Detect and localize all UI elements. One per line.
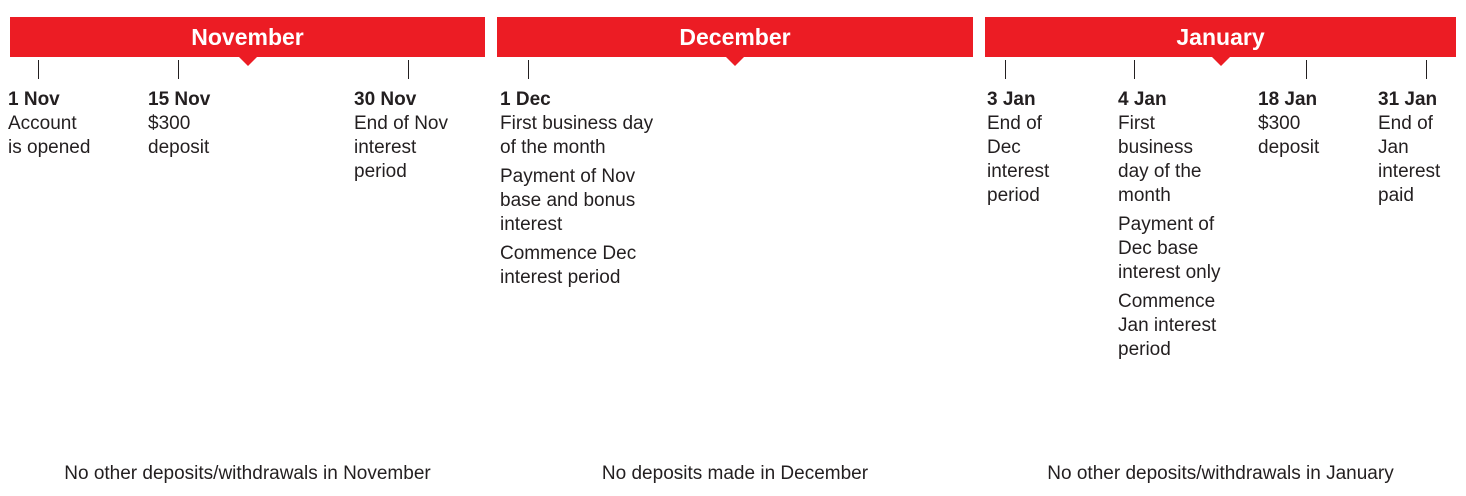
note-december: No deposits made in December	[601, 463, 869, 484]
event-description: Payment of Nov base and bonus interest	[500, 166, 636, 235]
month-label-december: December	[679, 23, 791, 50]
event-description: Payment of Dec base interest only	[1118, 214, 1221, 283]
event-description: End of Dec interest period	[987, 113, 1050, 206]
month-notch-december	[726, 57, 744, 66]
event-description: Commence Jan interest period	[1118, 291, 1217, 360]
event-30-nov: 30 Nov End of Nov interest period	[354, 88, 448, 184]
event-date: 31 Jan	[1378, 89, 1438, 110]
event-description: $300 deposit	[1258, 113, 1320, 158]
event-1-nov: 1 Nov Account is opened	[8, 88, 90, 160]
event-31-jan: 31 Jan End of Jan interest paid	[1378, 88, 1440, 208]
month-bar-january: January	[985, 17, 1456, 66]
event-15-nov: 15 Nov $300 deposit	[148, 88, 210, 160]
event-18-jan: 18 Jan $300 deposit	[1258, 88, 1319, 160]
tick-30-nov	[408, 60, 409, 79]
month-bar-december: December	[497, 17, 973, 66]
tick-31-jan	[1426, 60, 1427, 79]
event-description: First business day of the month	[1118, 113, 1202, 206]
tick-15-nov	[178, 60, 179, 79]
event-description: End of Jan interest paid	[1378, 113, 1441, 206]
event-1-dec: 1 Dec First business day of the month Pa…	[500, 88, 653, 290]
event-4-jan: 4 Jan First business day of the month Pa…	[1118, 88, 1220, 362]
tick-4-jan	[1134, 60, 1135, 79]
month-notch-january	[1211, 57, 1230, 66]
note-january: No other deposits/withdrawals in January	[1047, 463, 1394, 484]
month-bar-november: November	[10, 17, 485, 66]
event-description: Account is opened	[8, 113, 91, 158]
event-3-jan: 3 Jan End of Dec interest period	[987, 88, 1049, 208]
event-date: 15 Nov	[148, 89, 211, 110]
month-label-january: January	[1176, 23, 1265, 50]
tick-1-nov	[38, 60, 39, 79]
event-date: 30 Nov	[354, 89, 417, 110]
event-date: 3 Jan	[987, 89, 1036, 110]
tick-1-dec	[528, 60, 529, 79]
month-notch-november	[238, 57, 257, 66]
event-description: End of Nov interest period	[354, 113, 448, 182]
note-november: No other deposits/withdrawals in Novembe…	[64, 463, 431, 484]
event-description: First business day of the month	[500, 113, 654, 158]
tick-3-jan	[1005, 60, 1006, 79]
event-date: 1 Nov	[8, 89, 60, 110]
month-label-november: November	[191, 23, 304, 50]
event-description: Commence Dec interest period	[500, 243, 637, 288]
event-date: 18 Jan	[1258, 89, 1318, 110]
event-description: $300 deposit	[148, 113, 210, 158]
event-date: 4 Jan	[1118, 89, 1167, 110]
tick-18-jan	[1306, 60, 1307, 79]
event-date: 1 Dec	[500, 89, 551, 110]
